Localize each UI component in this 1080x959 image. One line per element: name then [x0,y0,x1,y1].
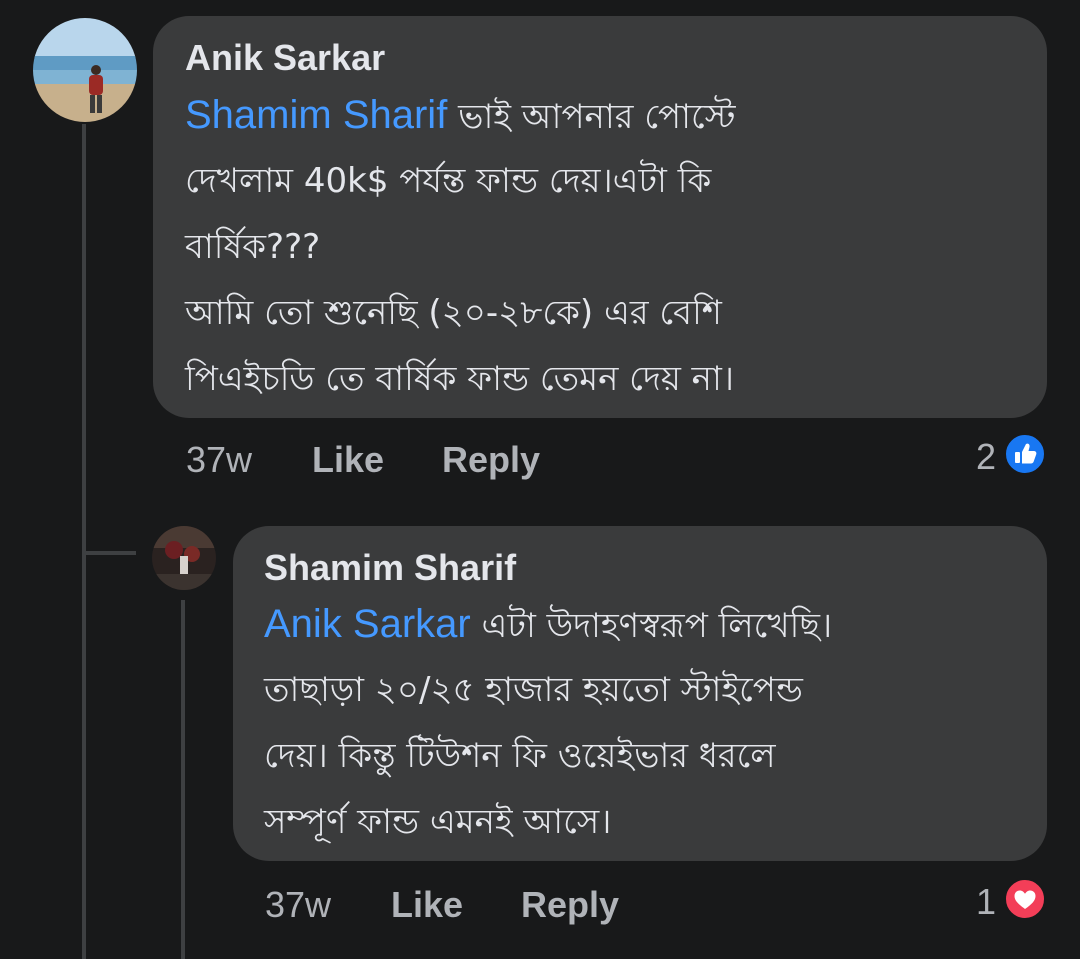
thread-line-main [82,124,86,959]
comment-text-line: আমি তো শুনেছি (২০-২৮কে) এর বেশি [185,293,722,333]
comment-text: ভাই আপনার পোস্টে [447,97,736,137]
like-button[interactable]: Like [391,885,463,925]
reaction-count[interactable]: 1 [940,882,996,922]
comment-text-line: বার্ষিক??? [185,227,321,267]
comment-text-line: তাছাড়া ২০/২৫ হাজার হয়তো স্টাইপেন্ড [264,670,803,710]
reply-button[interactable]: Reply [442,440,540,480]
thread-line-branch [82,551,136,555]
comment-author[interactable]: Anik Sarkar [185,38,385,78]
reaction-count[interactable]: 2 [940,437,996,477]
comment-text-line: দেয়। কিন্তু টিউশন ফি ওয়েইভার ধরলে [264,736,776,776]
comment-timestamp[interactable]: 37w [186,440,252,480]
love-icon[interactable] [1004,878,1046,920]
avatar[interactable] [152,526,216,590]
mention-link[interactable]: Shamim Sharif [185,93,447,137]
comment-text-line: পিএইচডি তে বার্ষিক ফান্ড তেমন দেয় না। [185,359,734,399]
comment-text: এটা উদাহণস্বরূপ লিখেছি। [470,606,833,646]
thread-line-reply [181,600,185,959]
comment-timestamp[interactable]: 37w [265,885,331,925]
like-icon[interactable] [1004,433,1046,475]
mention-link[interactable]: Anik Sarkar [264,602,471,646]
reply-button[interactable]: Reply [521,885,619,925]
comment-thread: Anik Sarkar Shamim Sharif ভাই আপনার পোস্… [0,0,1080,959]
like-button[interactable]: Like [312,440,384,480]
comment-author[interactable]: Shamim Sharif [264,548,516,588]
comment-text-line: সম্পূর্ণ ফান্ড এমনই আসে। [264,802,612,842]
comment-text-line: দেখলাম 40k$ পর্যন্ত ফান্ড দেয়।এটা কি [185,161,712,201]
comment-text-line: Anik Sarkar এটা উদাহণস্বরূপ লিখেছি। [264,604,832,646]
comment-text-line: Shamim Sharif ভাই আপনার পোস্টে [185,95,735,137]
avatar[interactable] [33,18,137,122]
